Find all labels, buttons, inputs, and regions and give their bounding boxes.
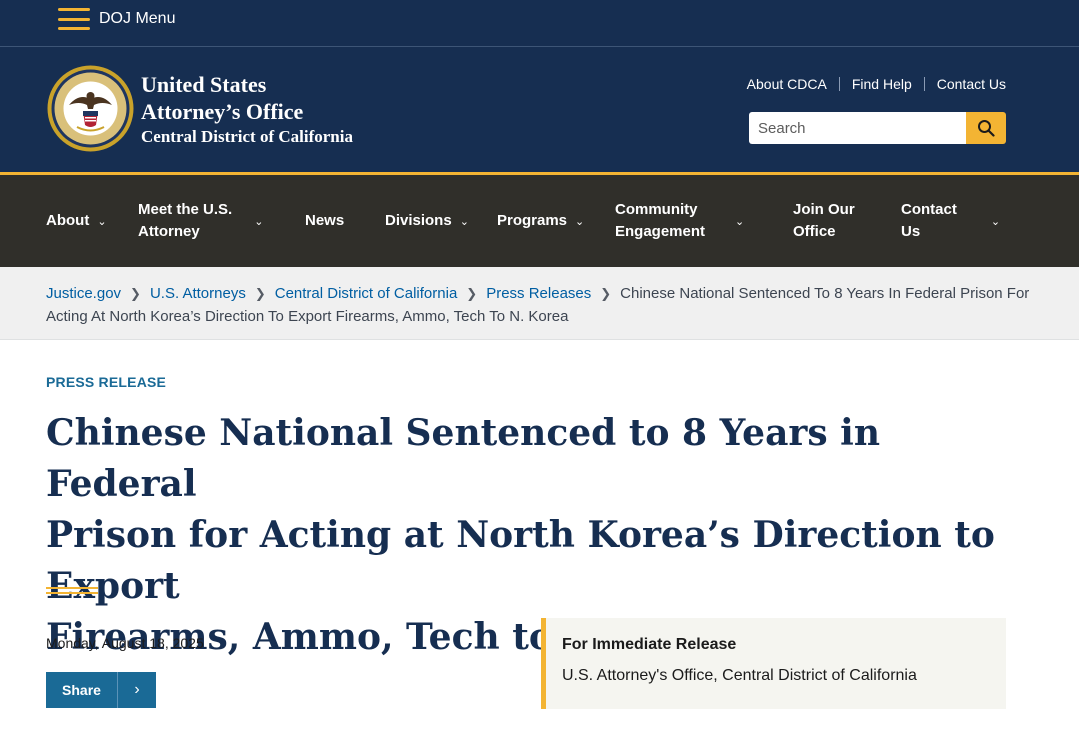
breadcrumb-link-us-attorneys[interactable]: U.S. Attorneys <box>150 285 246 302</box>
nav-item-label: About <box>46 212 90 229</box>
site-title[interactable]: United States Attorney’s Office Central … <box>141 71 353 147</box>
doj-seal-icon[interactable] <box>47 65 134 152</box>
chevron-right-icon: ❯ <box>466 286 478 301</box>
chevron-down-icon: ⌄ <box>735 215 745 228</box>
nav-item-programs[interactable]: Programs ⌄ <box>497 175 584 267</box>
utility-links: About CDCA Find Help Contact Us <box>747 76 1006 92</box>
search-input[interactable] <box>749 112 966 144</box>
chevron-down-icon: ⌄ <box>990 215 1001 228</box>
chevron-down-icon: ⌄ <box>459 215 469 228</box>
nav-item-label: Meet the U.S. Attorney <box>138 201 233 240</box>
release-info-heading: For Immediate Release <box>562 636 737 653</box>
nav-item-label: News <box>305 212 345 229</box>
page-title-line2: Prison for Acting at North Korea’s Direc… <box>46 514 995 607</box>
breadcrumb-link-press-releases[interactable]: Press Releases <box>486 285 591 302</box>
breadcrumb-link-justice-gov[interactable]: Justice.gov <box>46 285 121 302</box>
site-title-line1: United States <box>141 72 267 97</box>
release-info-box: For Immediate Release U.S. Attorney's Of… <box>541 618 1006 709</box>
site-title-line2: Attorney’s Office <box>141 99 304 124</box>
utility-link-find-help[interactable]: Find Help <box>852 76 912 92</box>
page-title-line1: Chinese National Sentenced to 8 Years in… <box>46 412 881 505</box>
utility-link-contact-us[interactable]: Contact Us <box>937 76 1006 92</box>
nav-item-label: Join Our Office <box>793 201 855 240</box>
nav-item-label: Divisions <box>385 212 452 229</box>
share-button[interactable]: Share › <box>46 672 156 708</box>
divider <box>838 77 840 91</box>
nav-item-label: Programs <box>497 212 568 229</box>
utility-link-about-cdca[interactable]: About CDCA <box>747 76 827 92</box>
nav-item-contact-us[interactable]: Contact Us ⌄ <box>901 175 1000 267</box>
nav-item-meet-the-us-attorney[interactable]: Meet the U.S. Attorney ⌄ <box>138 175 263 267</box>
publish-date: Monday, August 18, 2025 <box>46 635 204 651</box>
chevron-right-icon: ❯ <box>130 286 141 301</box>
nav-item-community-engagement[interactable]: Community Engagement ⌄ <box>615 175 744 267</box>
title-underline-divider <box>46 587 98 594</box>
doj-menu-label: DOJ Menu <box>99 10 176 27</box>
chevron-right-icon: › <box>134 681 140 698</box>
site-header: United States Attorney’s Office Central … <box>0 47 1079 172</box>
nav-item-join-our-office[interactable]: Join Our Office <box>793 175 855 267</box>
doj-top-bar: DOJ Menu <box>0 0 1079 47</box>
nav-item-news[interactable]: News <box>305 175 344 267</box>
divider <box>923 77 925 91</box>
site-title-line3: Central District of California <box>141 127 353 146</box>
main-nav: About ⌄ Meet the U.S. Attorney ⌄ News Div… <box>0 172 1079 267</box>
search-button[interactable] <box>966 112 1006 144</box>
chevron-down-icon: ⌄ <box>575 215 585 228</box>
breadcrumb: Justice.gov ❯ U.S. Attorneys ❯ Central Distr… <box>0 267 1079 340</box>
doj-menu-button[interactable]: DOJ Menu <box>58 7 175 31</box>
nav-item-divisions[interactable]: Divisions ⌄ <box>385 175 469 267</box>
hamburger-menu-icon <box>58 8 90 30</box>
search-icon <box>978 120 995 137</box>
nav-item-label: Contact Us <box>901 201 957 240</box>
chevron-down-icon: ⌄ <box>254 215 264 228</box>
release-info-body: U.S. Attorney's Office, Central District… <box>562 667 917 684</box>
breadcrumb-link-central-district[interactable]: Central District of California <box>275 285 458 302</box>
search-form <box>749 112 1006 144</box>
nav-item-label: Community Engagement <box>615 201 706 240</box>
chevron-down-icon: ⌄ <box>97 215 107 228</box>
share-label: Share <box>62 682 101 698</box>
nav-item-about[interactable]: About ⌄ <box>46 175 107 267</box>
chevron-right-icon: ❯ <box>600 286 612 301</box>
chevron-right-icon: ❯ <box>254 286 266 301</box>
article-eyebrow: PRESS RELEASE <box>46 374 167 390</box>
